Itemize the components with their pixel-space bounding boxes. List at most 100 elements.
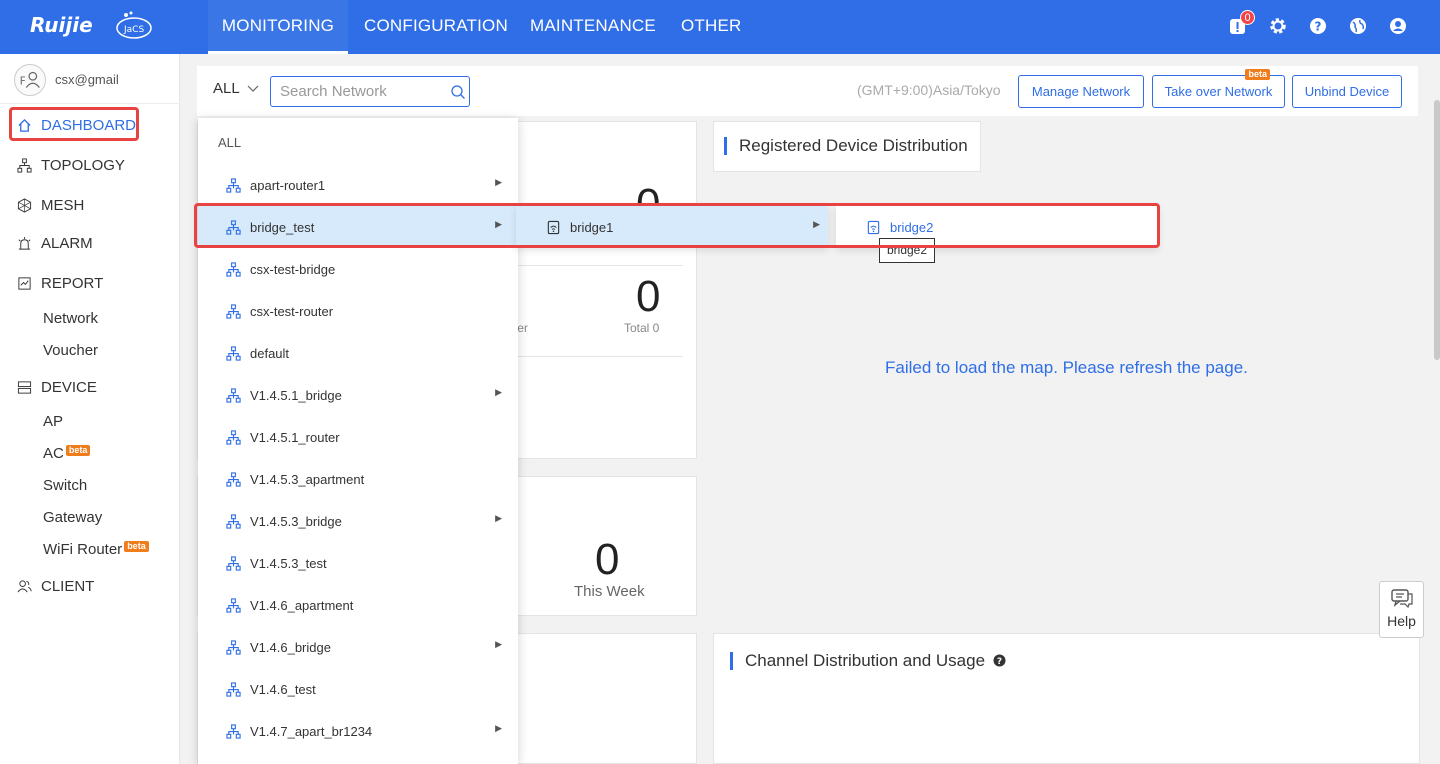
dropdown-network-item[interactable]: V1.4.5.3_apartment xyxy=(198,458,518,500)
dropdown-network-item[interactable]: V1.4.5.1_router xyxy=(198,416,518,458)
week-value: 0 xyxy=(595,535,620,584)
search-network-box xyxy=(270,76,470,107)
divider xyxy=(498,265,683,266)
nav-monitoring[interactable]: MONITORING xyxy=(208,0,348,54)
timezone-label: (GMT+9:00)Asia/Tokyo xyxy=(857,82,1001,98)
svg-text:?: ? xyxy=(1315,20,1322,34)
language-icon[interactable] xyxy=(1348,16,1368,36)
top-navigation-bar: Ruijie JaCS MONITORING CONFIGURATION MAI… xyxy=(0,0,1440,54)
network-name: V1.4.5.3_apartment xyxy=(250,471,365,487)
sidebar-item-wifi-router[interactable]: WiFi Router beta xyxy=(43,541,149,558)
week-label: This Week xyxy=(574,583,645,600)
channel-distribution-card: Channel Distribution and Usage ? xyxy=(713,633,1420,764)
submenu-arrow-icon: ▶ xyxy=(495,639,502,649)
scope-value: ALL xyxy=(213,80,240,97)
help-button[interactable]: Help xyxy=(1379,581,1424,638)
dropdown-network-item[interactable]: V1.4.6_test xyxy=(198,668,518,710)
page-scrollbar[interactable] xyxy=(1434,100,1440,360)
submenu-arrow-icon: ▶ xyxy=(495,387,502,397)
dropdown-network-item[interactable]: V1.4.7_apart_br1234 ▶ xyxy=(198,710,518,752)
dropdown-network-item[interactable]: V1.4.5.3_bridge ▶ xyxy=(198,500,518,542)
client-icon xyxy=(17,579,32,592)
sidebar-item-label: MESH xyxy=(41,196,85,214)
help-icon[interactable]: ? xyxy=(1308,16,1328,36)
dropdown-network-item[interactable]: V1.4.6_bridge ▶ xyxy=(198,626,518,668)
network-icon xyxy=(226,555,241,571)
dropdown-all-option[interactable]: ALL xyxy=(218,135,241,150)
sidebar-item-alarm[interactable]: ALARM xyxy=(17,231,93,255)
help-label: Help xyxy=(1387,613,1416,629)
sidebar-item-label: TOPOLOGY xyxy=(41,156,125,174)
sidebar-item-ac[interactable]: AC beta xyxy=(43,445,91,462)
network-name: apart-router1 xyxy=(250,177,326,193)
network-icon xyxy=(226,513,241,529)
device-total-value: 0 xyxy=(636,272,661,321)
device-icon xyxy=(17,380,32,394)
dropdown-network-item[interactable]: V1.4.5.3_test xyxy=(198,542,518,584)
network-icon xyxy=(226,471,241,487)
highlight-dashboard xyxy=(9,107,139,141)
network-name: V1.4.5.3_bridge xyxy=(250,513,342,529)
nav-other[interactable]: OTHER xyxy=(681,0,742,54)
submenu-arrow-icon: ▶ xyxy=(495,513,502,523)
manage-network-button[interactable]: Manage Network xyxy=(1018,75,1144,108)
search-input[interactable] xyxy=(271,77,436,106)
sidebar-item-report[interactable]: REPORT xyxy=(17,271,103,295)
sidebar-item-voucher[interactable]: Voucher xyxy=(43,342,98,359)
sidebar-item-device[interactable]: DEVICE xyxy=(17,375,97,399)
network-icon xyxy=(226,639,241,655)
search-icon[interactable] xyxy=(450,84,466,100)
sidebar-item-label: WiFi Router xyxy=(43,541,123,558)
sidebar-item-label: DEVICE xyxy=(41,378,97,396)
unbind-device-button[interactable]: Unbind Device xyxy=(1292,75,1402,108)
network-icon xyxy=(226,261,241,277)
network-name: V1.4.6_test xyxy=(250,681,316,697)
chat-icon xyxy=(1390,589,1413,609)
network-name: csx-test-router xyxy=(250,303,334,319)
take-over-network-button[interactable]: Take over Network beta xyxy=(1152,69,1285,108)
channel-distribution-title: Channel Distribution and Usage ? xyxy=(730,652,1006,670)
sidebar-item-label: ALARM xyxy=(41,234,93,252)
alarm-icon xyxy=(18,236,31,250)
dropdown-network-item[interactable]: csx-test-bridge xyxy=(198,248,518,290)
beta-badge: beta xyxy=(124,541,149,552)
registered-device-distribution-title: Registered Device Distribution xyxy=(724,137,968,155)
dropdown-network-item[interactable]: default xyxy=(198,332,518,374)
report-icon xyxy=(18,276,31,290)
ruijie-logo[interactable]: Ruijie JaCS xyxy=(30,9,155,43)
dropdown-network-item[interactable]: V1.4.5.1_bridge ▶ xyxy=(198,374,518,416)
sidebar-item-switch[interactable]: Switch xyxy=(43,477,87,494)
settings-icon[interactable] xyxy=(1268,16,1288,36)
svg-text:?: ? xyxy=(997,657,1002,667)
beta-badge: beta xyxy=(1245,69,1270,80)
dropdown-network-item[interactable]: V1.4.6_apartment xyxy=(198,584,518,626)
user-info[interactable]: F csx@gmail xyxy=(0,54,180,104)
notification-badge: 0 xyxy=(1240,10,1255,25)
sidebar-item-client[interactable]: CLIENT xyxy=(17,574,94,598)
mesh-icon xyxy=(17,197,32,213)
sidebar-item-mesh[interactable]: MESH xyxy=(17,193,84,217)
question-icon[interactable]: ? xyxy=(993,654,1006,667)
user-icon[interactable] xyxy=(1388,16,1408,36)
network-scope-select[interactable]: ALL xyxy=(213,80,259,97)
nav-maintenance[interactable]: MAINTENANCE xyxy=(530,0,656,54)
dropdown-network-item[interactable]: apart-router1 ▶ xyxy=(198,164,518,206)
user-email: csx@gmail xyxy=(55,72,119,87)
sidebar-item-topology[interactable]: TOPOLOGY xyxy=(17,153,125,177)
beta-badge: beta xyxy=(65,445,91,456)
highlight-selected-path xyxy=(194,203,1160,248)
network-icon xyxy=(226,177,241,193)
map-error-message[interactable]: Failed to load the map. Please refresh t… xyxy=(885,358,1248,378)
chevron-down-icon xyxy=(247,85,259,92)
sidebar-item-network[interactable]: Network xyxy=(43,310,98,327)
network-icon xyxy=(226,429,241,445)
sidebar-item-label: AC xyxy=(43,445,64,462)
dropdown-network-item[interactable]: csx-test-router xyxy=(198,290,518,332)
svg-text:Ruijie: Ruijie xyxy=(30,13,93,37)
channel-title-text: Channel Distribution and Usage xyxy=(745,651,986,670)
sidebar-item-ap[interactable]: AP xyxy=(43,413,63,430)
topology-icon xyxy=(17,157,32,173)
nav-configuration[interactable]: CONFIGURATION xyxy=(364,0,508,54)
network-name: V1.4.5.1_bridge xyxy=(250,387,342,403)
sidebar-item-gateway[interactable]: Gateway xyxy=(43,509,102,526)
